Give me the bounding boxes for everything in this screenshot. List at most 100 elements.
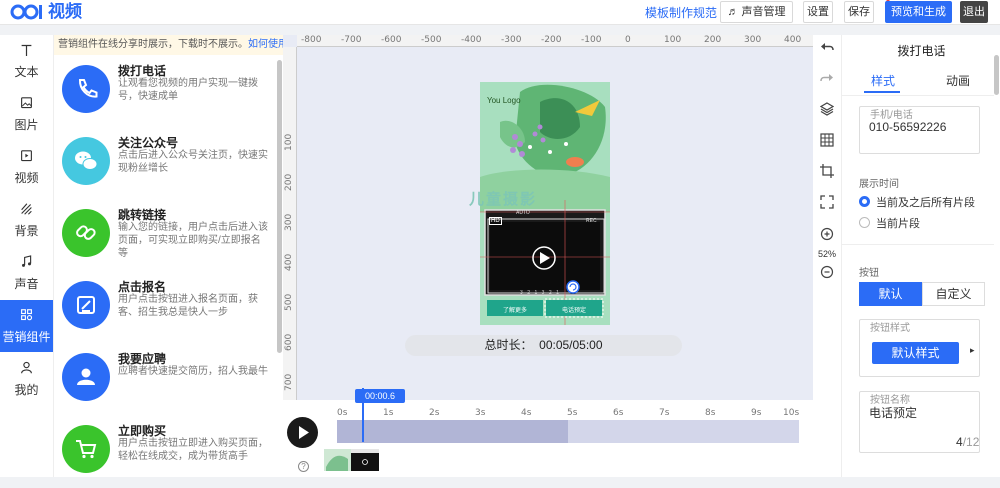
preview-logo-text: You Logo [487, 96, 521, 105]
component-buy-circle [62, 425, 110, 473]
radio-on-icon [859, 196, 870, 207]
tab-underline [864, 91, 900, 93]
nav-item-mine[interactable]: 我的 [0, 353, 53, 405]
chevron-right-icon[interactable]: ▸ [970, 345, 975, 356]
component-buy[interactable]: 立即购买 用户点击按钮立即进入购买页面，轻松在线成交，成为带货高手 [54, 418, 276, 488]
signup-icon [77, 296, 95, 314]
nav-item-marketing[interactable]: 营销组件 [0, 300, 53, 352]
tab-animation[interactable]: 动画 [946, 72, 970, 89]
redo-button[interactable] [813, 71, 841, 89]
ruler-top: -800 -700 -600 -500 -400 -300 -200 -100 … [297, 35, 813, 47]
app-logo[interactable]: 视频 [10, 2, 82, 22]
ruler-left: 100 200 300 400 500 600 700 [283, 47, 297, 400]
preview-generate-button[interactable]: 预览和生成 [885, 1, 952, 23]
user-icon [21, 361, 32, 374]
layers-button[interactable] [813, 102, 841, 120]
crop-button[interactable] [813, 164, 841, 182]
play-button[interactable] [287, 417, 318, 448]
logo-text: 视频 [48, 2, 82, 21]
component-link-circle [62, 209, 110, 257]
preview-hd-label: HD [489, 217, 502, 225]
nav-item-sound[interactable]: 声音 [0, 247, 53, 299]
button-style-box: 按钮样式 默认样式 ▸ [859, 319, 980, 377]
undo-button[interactable] [813, 40, 841, 58]
component-call[interactable]: 拨打电话 让观看您视频的用户实现一键拨号，快速成单 [54, 58, 276, 128]
component-panel: 营销组件在线分享时展示，下载时不展示。如何使用? 拨打电话 让观看您视频的用户实… [53, 35, 283, 477]
settings-button[interactable]: 设置 [803, 1, 833, 23]
timeline-track[interactable] [337, 420, 799, 443]
button-name-field[interactable]: 按钮名称 电话预定 4/12 [859, 391, 980, 453]
nav-item-video[interactable]: 视频 [0, 141, 53, 193]
radio-current-segment[interactable]: 当前片段 [859, 215, 920, 231]
component-link[interactable]: 跳转链接 输入您的链接，用户点击后进入该页面，可实现立即购买/立即报名等 [54, 202, 276, 272]
undo-icon [821, 43, 834, 51]
grid-button[interactable] [813, 133, 841, 151]
help-icon[interactable]: ? [298, 461, 309, 472]
seg-custom[interactable]: 自定义 [922, 282, 985, 306]
total-duration: 总时长： 00:05/05:00 [405, 335, 682, 356]
timeline-ruler: 0s 1s 2s 3s 4s 5s 6s 7s 8s 9s 10s [337, 408, 800, 418]
timeline-clip[interactable] [337, 420, 568, 443]
char-counter: 4/12 [956, 435, 980, 449]
music-note-icon: ♬ [727, 6, 739, 18]
grid-icon [820, 133, 834, 147]
component-signup[interactable]: 点击报名 用户点击按钮进入报名页面，获客、招生我总是快人一步 [54, 274, 276, 344]
zoom-in-button[interactable] [813, 227, 841, 245]
nav-item-image[interactable]: 图片 [0, 88, 53, 140]
component-follow-circle [62, 137, 110, 185]
phone-field[interactable]: 手机/电话 010-56592226 [859, 106, 980, 154]
properties-panel: 拨打电话 样式 动画 手机/电话 010-56592226 展示时间 当前及之后… [841, 35, 1000, 477]
layers-icon [819, 102, 835, 116]
tab-style[interactable]: 样式 [871, 72, 895, 89]
music-icon [22, 255, 32, 267]
show-time-label: 展示时间 [859, 179, 899, 190]
save-button[interactable]: 保存 [844, 1, 874, 23]
person-icon [77, 368, 95, 385]
wechat-icon [75, 151, 98, 170]
zoom-out-button[interactable] [813, 265, 841, 283]
nav-item-background[interactable]: 背景 [0, 194, 53, 246]
component-signup-circle [62, 281, 110, 329]
tab-divider [842, 95, 994, 96]
template-guide-link[interactable]: 模板制作规范 [645, 4, 717, 21]
canvas-watermark: 儿童摄影 [468, 191, 537, 208]
radio-off-icon [859, 217, 870, 228]
clip-thumbnail[interactable] [324, 449, 379, 471]
thumbnail-image [324, 449, 379, 471]
zoom-in-icon [820, 227, 834, 241]
button-name-value: 电话预定 [869, 406, 918, 420]
fullscreen-button[interactable] [813, 195, 841, 213]
panel-scrollbar[interactable] [277, 60, 282, 353]
phone-value: 010-56592226 [869, 120, 947, 134]
preview-call-button[interactable]: 电话预定 [546, 305, 602, 314]
radio-all-segments[interactable]: 当前及之后所有片段 [859, 194, 975, 210]
properties-scrollbar[interactable] [994, 55, 999, 95]
phone-icon [78, 79, 98, 98]
nav-item-text[interactable]: 文本 [0, 35, 53, 87]
top-bar: 视频 模板制作规范 ♬ 声音管理 设置 保存 预览和生成 退出 [0, 0, 1000, 25]
component-call-circle [62, 65, 110, 113]
image-icon [21, 97, 32, 109]
how-to-use-link[interactable]: 如何使用? [248, 39, 283, 50]
default-style-button[interactable]: 默认样式 [872, 342, 959, 364]
logo-icon [10, 4, 42, 20]
playhead-time: 00:00.6 [355, 389, 405, 403]
properties-title: 拨打电话 [897, 44, 946, 58]
component-apply[interactable]: 我要应聘 应聘者快速提交简历，招人我最牛 [54, 346, 276, 416]
preview-auto-label: AUTO [516, 210, 530, 216]
zoom-out-icon [820, 265, 834, 279]
sound-manage-button[interactable]: ♬ 声音管理 [720, 1, 793, 23]
link-icon [76, 225, 96, 240]
timeline: 0s 1s 2s 3s 4s 5s 6s 7s 8s 9s 10s 00:00.… [283, 388, 813, 477]
preview-more-button[interactable]: 了解更多 [487, 305, 543, 314]
video-icon [21, 150, 32, 162]
seg-default[interactable]: 默认 [859, 282, 922, 306]
background-icon [21, 203, 32, 215]
play-icon [299, 426, 309, 439]
preview-rec-label: REC [586, 218, 597, 224]
fullscreen-icon [820, 195, 834, 209]
panel-notice: 营销组件在线分享时展示，下载时不展示。如何使用? [54, 35, 283, 55]
redo-icon [820, 74, 833, 82]
exit-button[interactable]: 退出 [960, 1, 988, 23]
component-follow[interactable]: 关注公众号 点击后进入公众号关注页，快速实现粉丝增长 [54, 130, 276, 200]
